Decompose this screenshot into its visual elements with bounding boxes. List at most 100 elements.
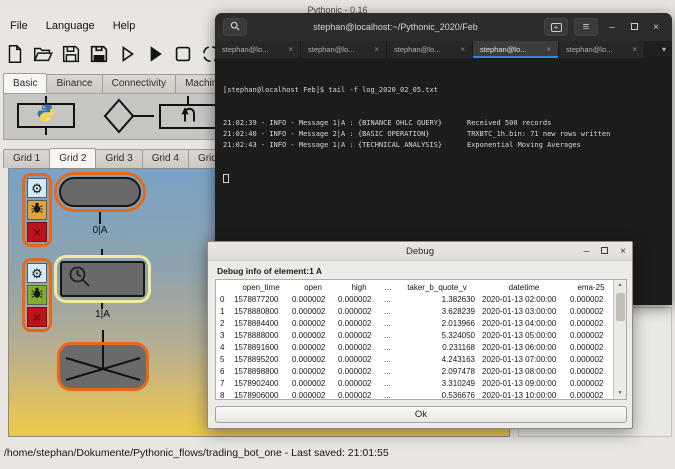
dialog-maximize-button[interactable] <box>601 246 608 257</box>
dialog-minimize-button[interactable]: – <box>584 246 590 257</box>
dialog-close-button[interactable]: × <box>620 246 626 257</box>
terminal-tab-dropdown[interactable]: ▾ <box>645 41 672 58</box>
debug-dialog-title: Debug <box>406 246 434 257</box>
table-cell: 1578877200 <box>232 294 290 306</box>
debug-dialog-titlebar[interactable]: Debug – × <box>208 242 632 261</box>
table-row[interactable]: 415788916000.0000020.000002...0.23116820… <box>218 342 611 354</box>
chevron-down-icon: ▾ <box>662 45 666 54</box>
element-0-node[interactable] <box>54 172 146 212</box>
main-window-titlebar[interactable]: Pythonic - 0.16 <box>0 0 675 14</box>
terminal-maximize-button[interactable] <box>626 22 642 33</box>
grid-tab-grid-2[interactable]: Grid 2 <box>49 148 96 168</box>
table-row[interactable]: 815789060000.0000020.000002...0.53667620… <box>218 390 611 400</box>
table-cell: 3.628239 <box>394 306 480 318</box>
terminal-titlebar[interactable]: stephan@localhost:~/Pythonic_2020/Feb + … <box>215 13 672 41</box>
table-cell: 2 <box>218 318 232 330</box>
table-cell: ... <box>382 294 394 306</box>
element-0-debug-button[interactable] <box>27 200 47 220</box>
terminal-tab-1[interactable]: stephan@lo...× <box>215 41 301 58</box>
terminal-tab-3[interactable]: stephan@lo...× <box>387 41 473 58</box>
element-0-settings-button[interactable]: ⚙ <box>27 178 47 198</box>
tab-close-icon[interactable]: × <box>546 45 551 54</box>
table-row[interactable]: 615788988000.0000020.000002...2.09747820… <box>218 366 611 378</box>
terminal-cursor <box>223 174 229 183</box>
table-cell: 2020-01-13 04:00:00 <box>480 318 568 330</box>
grid-tab-bar: Grid 1Grid 2Grid 3Grid 4Grid 5 <box>3 147 234 168</box>
u-turn-arrow-icon <box>178 105 198 128</box>
connector-stub <box>45 96 47 103</box>
element-0-delete-button[interactable]: × <box>27 222 47 242</box>
toolbox-branch-element[interactable] <box>102 97 156 140</box>
tab-close-icon[interactable]: × <box>288 45 293 54</box>
element-1-delete-button[interactable]: × <box>27 307 47 327</box>
grid-tab-grid-3[interactable]: Grid 3 <box>95 149 142 168</box>
ok-button[interactable]: Ok <box>215 406 627 423</box>
table-cell: 0.000002 <box>290 294 336 306</box>
toolbox-return-element[interactable] <box>159 104 217 129</box>
terminal-tab-label: stephan@lo... <box>566 45 612 54</box>
tab-binance[interactable]: Binance <box>46 74 102 93</box>
new-file-button[interactable] <box>2 41 28 67</box>
element-0-shape <box>59 177 141 207</box>
save-as-button[interactable] <box>86 41 112 67</box>
save-icon <box>60 43 82 65</box>
table-cell: 0.000002 <box>568 306 614 318</box>
diamond-branch-icon <box>102 122 156 139</box>
terminal-tab-4[interactable]: stephan@lo...× <box>473 41 559 58</box>
tab-basic[interactable]: Basic <box>3 73 47 93</box>
terminal-close-button[interactable]: × <box>648 22 664 33</box>
log-detail: Exponential Moving Averages <box>467 140 581 151</box>
grid-tab-grid-1[interactable]: Grid 1 <box>3 149 50 168</box>
tab-close-icon[interactable]: × <box>632 45 637 54</box>
save-button[interactable] <box>58 41 84 67</box>
junction-element-node[interactable] <box>57 342 149 391</box>
terminal-new-tab-button[interactable]: + <box>544 18 568 36</box>
stop-button[interactable] <box>170 41 196 67</box>
table-row[interactable]: 515788952000.0000020.000002...4.24316320… <box>218 354 611 366</box>
table-row[interactable]: 215788844000.0000020.000002...2.01396620… <box>218 318 611 330</box>
scroll-down-icon[interactable]: ▼ <box>614 388 626 399</box>
menu-item-language[interactable]: Language <box>46 20 95 32</box>
table-cell: 0.000002 <box>290 318 336 330</box>
open-file-button[interactable] <box>30 41 56 67</box>
table-row[interactable]: 115788808000.0000020.000002...3.62823920… <box>218 306 611 318</box>
menu-item-help[interactable]: Help <box>113 20 136 32</box>
table-cell: 2.013966 <box>394 318 480 330</box>
table-cell: 4 <box>218 342 232 354</box>
table-cell: ... <box>382 366 394 378</box>
table-row[interactable]: 015788772000.0000020.000002...1.38263020… <box>218 294 611 306</box>
element-1-node-highlighted[interactable] <box>54 255 151 303</box>
element-1-settings-button[interactable]: ⚙ <box>27 263 47 283</box>
tab-close-icon[interactable]: × <box>374 45 379 54</box>
tab-close-icon[interactable]: × <box>460 45 465 54</box>
table-cell: 0 <box>218 294 232 306</box>
run-button[interactable] <box>142 41 168 67</box>
tab-connectivity[interactable]: Connectivity <box>102 74 176 93</box>
table-cell: 1578895200 <box>232 354 290 366</box>
new-file-icon <box>4 43 26 65</box>
grid-tab-grid-4[interactable]: Grid 4 <box>142 149 189 168</box>
debug-table[interactable]: open_timeopenhigh...taker_b_quote_vdatet… <box>215 279 627 400</box>
scrollbar-thumb[interactable] <box>616 293 625 321</box>
terminal-menu-button[interactable]: ≡ <box>574 18 598 36</box>
terminal-tab-2[interactable]: stephan@lo...× <box>301 41 387 58</box>
table-cell: 0.000002 <box>336 342 382 354</box>
toolbox-python-element[interactable] <box>17 103 75 128</box>
terminal-search-button[interactable] <box>223 18 247 36</box>
log-message: 21:02:40 - INFO - Message 2|A : {BASIC O… <box>223 129 467 140</box>
menu-item-file[interactable]: File <box>10 20 28 32</box>
terminal-tab-5[interactable]: stephan@lo... × <box>559 41 645 58</box>
element-1-debug-button[interactable] <box>27 285 47 305</box>
run-debug-button[interactable] <box>114 41 140 67</box>
table-cell: 0.000002 <box>336 378 382 390</box>
scroll-up-icon[interactable]: ▲ <box>614 280 626 291</box>
column-header: ... <box>382 281 394 294</box>
element-0-label: 0|A <box>54 225 146 236</box>
debug-table-scrollbar[interactable]: ▲ ▼ <box>613 280 626 399</box>
table-row[interactable]: 715789024000.0000020.000002...3.31024920… <box>218 378 611 390</box>
terminal-output[interactable]: [stephan@localhost Feb]$ tail -f log_202… <box>215 58 672 210</box>
terminal-minimize-button[interactable]: – <box>604 22 620 33</box>
table-row[interactable]: 315788880000.0000020.000002...5.32405020… <box>218 330 611 342</box>
junction-top-connector <box>102 330 104 342</box>
terminal-log-line: 21:02:39 - INFO - Message 1|A : {BINANCE… <box>223 118 664 129</box>
